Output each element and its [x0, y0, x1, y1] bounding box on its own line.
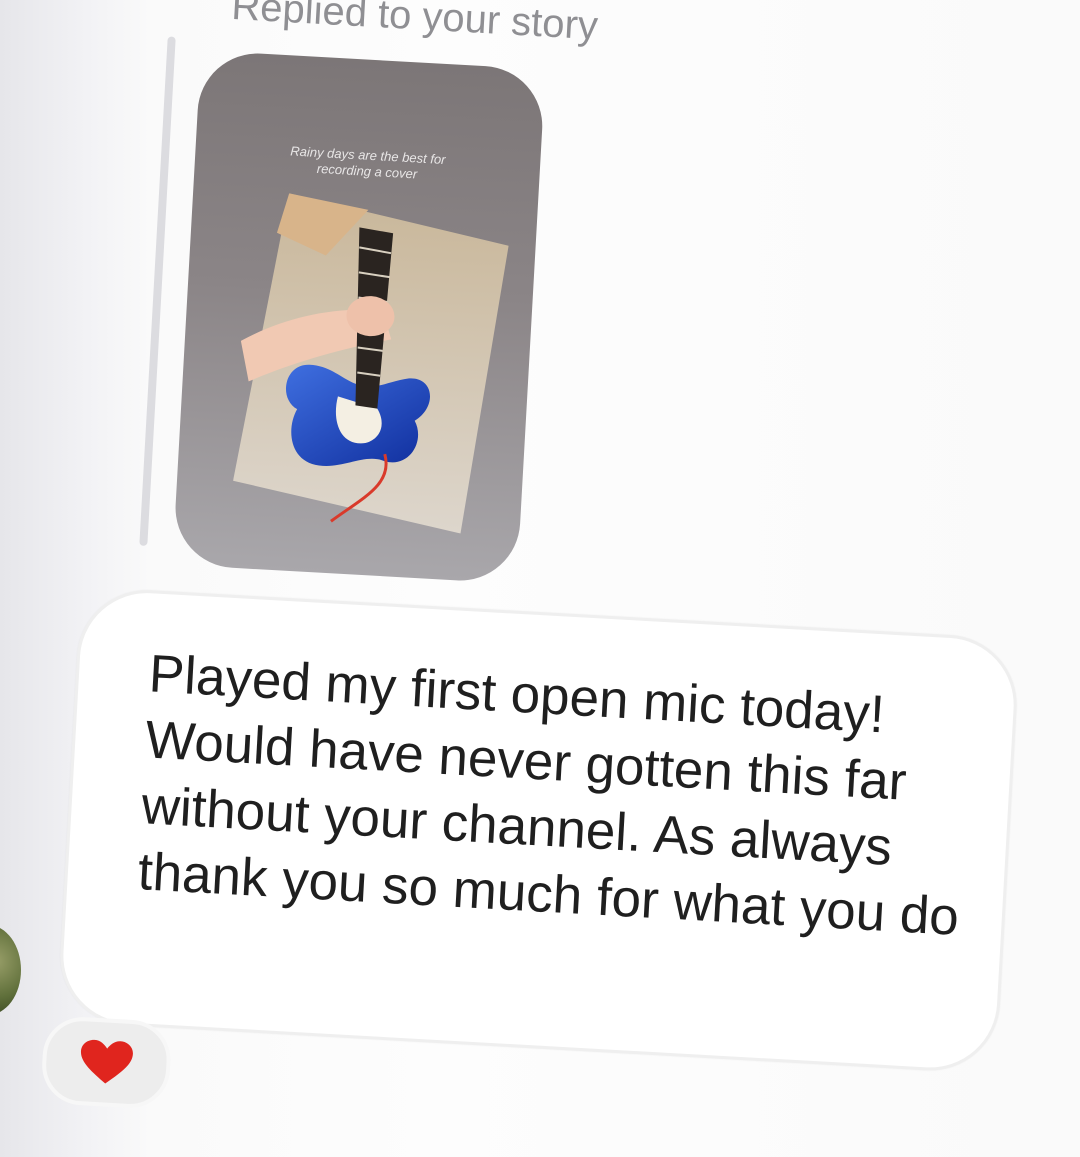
story-preview[interactable]: Rainy days are the best for recording a …: [172, 50, 546, 584]
message-bubble[interactable]: Played my first open mic today! Would ha…: [56, 586, 1021, 1075]
conversation-screen: Replied to your story Rainy days are the…: [0, 0, 1080, 1157]
bass-guitar-photo: [233, 193, 509, 534]
message-text: Played my first open mic today! Would ha…: [136, 644, 961, 947]
red-heart-icon: [80, 1039, 133, 1084]
story-caption: Rainy days are the best for recording a …: [194, 138, 540, 189]
reaction-badge[interactable]: [40, 1015, 173, 1111]
message-thread: Replied to your story Rainy days are the…: [0, 0, 1080, 1157]
reply-indicator-bar: [139, 36, 176, 547]
replied-to-story-label: Replied to your story: [230, 0, 600, 49]
